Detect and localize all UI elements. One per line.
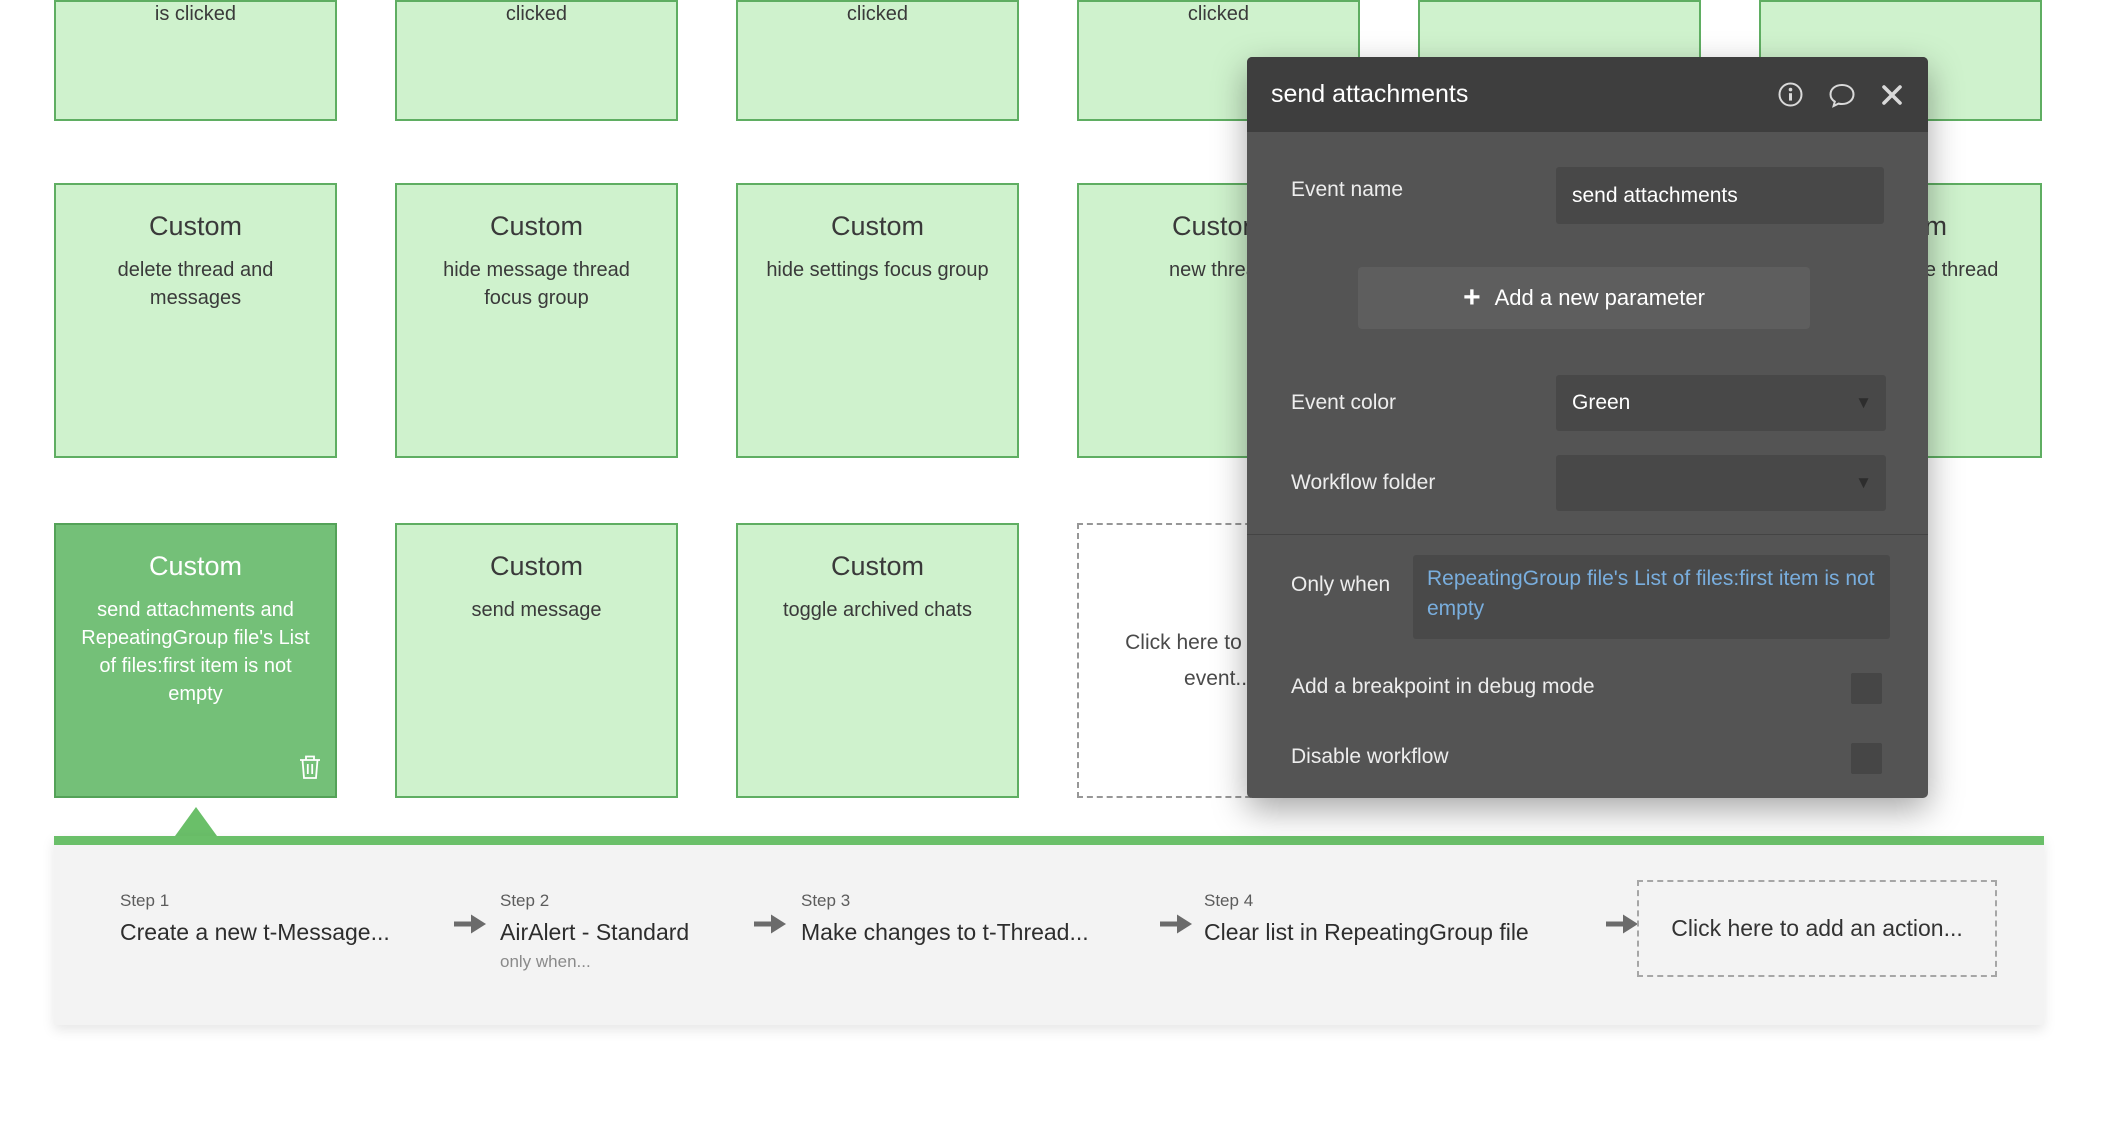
add-parameter-label: Add a new parameter [1495,285,1705,311]
breakpoint-checkbox[interactable] [1851,673,1882,704]
selected-event-pointer [175,807,217,836]
event-card-body: send message [417,596,656,624]
step-title: Make changes to t-Thread... [801,919,1089,946]
chevron-down-icon: ▼ [1855,473,1872,493]
workflow-folder-label: Workflow folder [1291,471,1435,495]
workflow-event-card[interactable]: Custom hide settings focus group [736,183,1019,458]
step-label: Step 3 [801,891,1089,911]
workflow-event-card-selected[interactable]: Custom send attachments and RepeatingGro… [54,523,337,798]
workflow-event-card[interactable]: Custom toggle archived chats [736,523,1019,798]
step-3[interactable]: Step 3 Make changes to t-Thread... [801,891,1089,946]
arrow-right-icon [1604,911,1640,942]
arrow-right-icon [752,911,788,942]
event-card-text: clicked [758,3,997,26]
event-card-body: send attachments and RepeatingGroup file… [76,596,315,708]
add-action-placeholder[interactable]: Click here to add an action... [1637,880,1997,977]
trash-icon[interactable] [297,753,323,786]
close-icon[interactable] [1880,83,1904,107]
workflow-event-card[interactable]: is clicked [54,0,337,121]
only-when-condition[interactable]: RepeatingGroup file's List of files:firs… [1413,555,1890,639]
add-action-label: Click here to add an action... [1671,915,1963,942]
dialog-divider [1247,534,1928,535]
step-4[interactable]: Step 4 Clear list in RepeatingGroup file [1204,891,1529,946]
event-properties-dialog: send attachments [1247,57,1928,798]
step-title: Clear list in RepeatingGroup file [1204,919,1529,946]
workflow-event-card[interactable]: Custom send message [395,523,678,798]
plus-icon: + [1463,283,1481,313]
event-card-body: toggle archived chats [758,596,997,624]
dialog-header: send attachments [1247,57,1928,132]
step-label: Step 1 [120,891,390,911]
workflow-event-card[interactable]: clicked [736,0,1019,121]
event-card-title: Custom [417,211,656,242]
event-color-label: Event color [1291,391,1396,415]
workflow-event-card[interactable]: clicked [395,0,678,121]
step-2[interactable]: Step 2 AirAlert - Standard only when... [500,891,689,972]
event-color-dropdown[interactable]: Green ▼ [1556,375,1886,431]
comment-icon[interactable] [1828,82,1856,108]
info-icon[interactable] [1777,81,1804,108]
event-card-text: is clicked [76,3,315,26]
step-1[interactable]: Step 1 Create a new t-Message... [120,891,390,946]
disable-workflow-checkbox[interactable] [1851,743,1882,774]
dialog-title: send attachments [1271,80,1777,109]
step-label: Step 2 [500,891,689,911]
breakpoint-label: Add a breakpoint in debug mode [1291,675,1595,699]
event-color-value: Green [1572,391,1630,415]
event-card-text: clicked [1099,3,1338,26]
disable-workflow-label: Disable workflow [1291,745,1449,769]
step-title: Create a new t-Message... [120,919,390,946]
event-card-body: hide message thread focus group [417,256,656,312]
condition-expression: RepeatingGroup file's List of files:firs… [1427,567,1875,620]
step-condition: only when... [500,952,689,972]
only-when-label: Only when [1291,573,1390,597]
workflow-folder-dropdown[interactable]: ▼ [1556,455,1886,511]
event-card-text: clicked [417,3,656,26]
dialog-header-icons [1777,81,1904,108]
step-label: Step 4 [1204,891,1529,911]
event-card-title: Custom [417,551,656,582]
chevron-down-icon: ▼ [1855,393,1872,413]
arrow-right-icon [1158,911,1194,942]
event-card-title: Custom [758,551,997,582]
workflow-event-card[interactable]: Custom delete thread and messages [54,183,337,458]
event-card-title: Custom [76,551,315,582]
workflow-event-card[interactable]: Custom hide message thread focus group [395,183,678,458]
event-card-title: Custom [76,211,315,242]
event-card-body: delete thread and messages [76,256,315,312]
event-card-body: hide settings focus group [758,256,997,284]
action-sequence-bar: Step 1 Create a new t-Message... Step 2 … [54,836,2044,1025]
event-name-input[interactable] [1556,167,1884,224]
add-parameter-button[interactable]: + Add a new parameter [1358,267,1810,329]
step-title: AirAlert - Standard [500,919,689,946]
event-card-title: Custom [758,211,997,242]
arrow-right-icon [452,911,488,942]
event-name-label: Event name [1291,178,1403,202]
